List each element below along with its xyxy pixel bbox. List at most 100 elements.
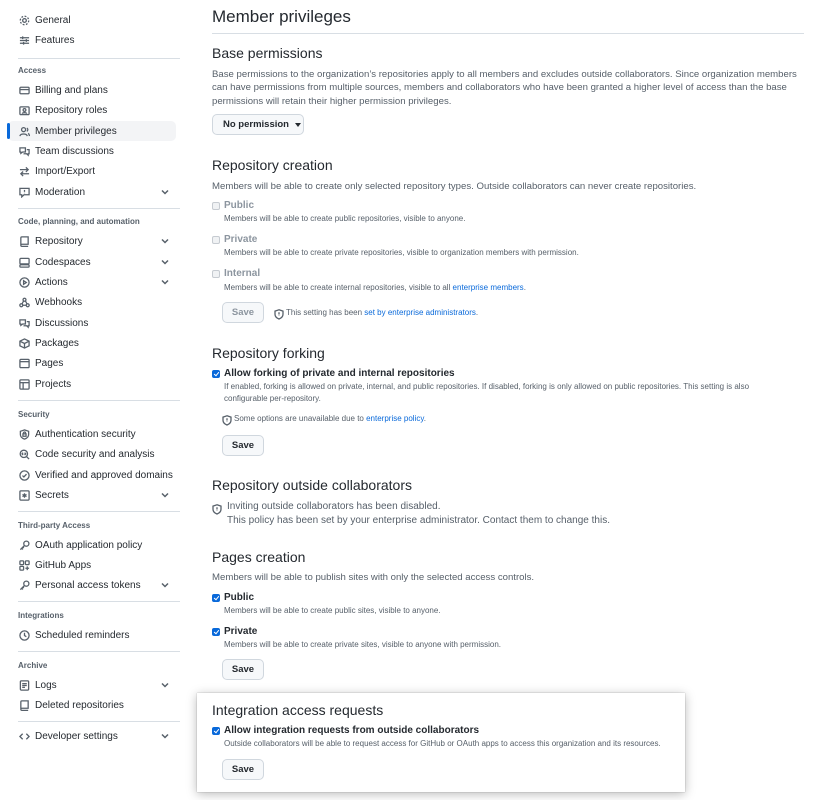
enterprise-policy-link[interactable]: enterprise policy <box>366 414 424 423</box>
outside-collaborators-line2: This policy has been set by your enterpr… <box>227 514 610 526</box>
code-icon <box>18 730 30 742</box>
sidebar-item-pages[interactable]: Pages <box>8 353 176 373</box>
sidebar-item-codespaces[interactable]: Codespaces <box>8 252 176 272</box>
package-icon <box>18 337 30 349</box>
sidebar-item-moderation[interactable]: Moderation <box>8 182 176 202</box>
sidebar-divider <box>18 601 180 602</box>
sidebar-item-label: Team discussions <box>35 145 114 157</box>
sidebar-item-projects[interactable]: Projects <box>8 374 176 394</box>
repo-private-note: Members will be able to create private r… <box>224 248 579 257</box>
sidebar-item-deleted-repositories[interactable]: Deleted repositories <box>8 695 176 715</box>
sidebar-item-features[interactable]: Features <box>8 30 176 50</box>
sidebar-item-authentication-security[interactable]: Authentication security <box>8 424 176 444</box>
allow-integration-requests-checkbox[interactable] <box>212 727 220 735</box>
pages-private-label: Private <box>224 626 258 637</box>
chevron-down-icon <box>160 187 170 197</box>
arrow-switch-icon <box>18 165 30 177</box>
allow-integration-requests-label: Allow integration requests from outside … <box>224 725 480 736</box>
sidebar-item-general[interactable]: General <box>8 10 176 30</box>
webhook-icon <box>18 296 30 308</box>
base-permission-select[interactable]: No permission <box>212 114 304 135</box>
repo-creation-policy-note: This setting has been set by enterprise … <box>286 308 478 317</box>
sidebar-item-webhooks[interactable]: Webhooks <box>8 292 176 312</box>
pages-private-checkbox[interactable] <box>212 628 220 636</box>
enterprise-members-link[interactable]: enterprise members <box>453 283 524 292</box>
repo-creation-save-button[interactable]: Save <box>222 302 264 323</box>
chevron-down-icon <box>160 680 170 690</box>
sidebar-item-personal-access-tokens[interactable]: Personal access tokens <box>8 575 176 595</box>
sidebar-item-label: Scheduled reminders <box>35 629 130 641</box>
sidebar-item-label: Pages <box>35 357 64 369</box>
sidebar-item-github-apps[interactable]: GitHub Apps <box>8 555 176 575</box>
sidebar-heading-integrations: Integrations <box>18 611 64 620</box>
repository-creation-description: Members will be able to create only sele… <box>212 181 697 192</box>
pages-public-note: Members will be able to create public si… <box>224 606 441 615</box>
sidebar-item-billing[interactable]: Billing and plans <box>8 80 176 100</box>
apps-icon <box>18 559 30 571</box>
repo-private-checkbox[interactable] <box>212 236 220 244</box>
pages-save-button[interactable]: Save <box>222 659 264 680</box>
sidebar-item-label: OAuth application policy <box>35 539 143 551</box>
chevron-down-icon <box>160 277 170 287</box>
triangle-down-icon <box>295 122 301 127</box>
sidebar-item-code-security[interactable]: Code security and analysis <box>8 444 176 464</box>
sidebar-item-verified-domains[interactable]: Verified and approved domains <box>8 465 176 485</box>
sidebar-item-team-discussions[interactable]: Team discussions <box>8 141 176 161</box>
sidebar-item-label: Authentication security <box>35 428 136 440</box>
sidebar-item-oauth-policy[interactable]: OAuth application policy <box>8 535 176 555</box>
allow-forking-label: Allow forking of private and internal re… <box>224 368 455 379</box>
sidebar-item-logs[interactable]: Logs <box>8 675 176 695</box>
pages-private-note: Members will be able to create private s… <box>224 640 502 649</box>
sidebar-divider <box>18 208 180 209</box>
comment-discussion-icon <box>18 145 30 157</box>
verified-icon <box>18 469 30 481</box>
sidebar-item-developer-settings[interactable]: Developer settings <box>8 726 176 746</box>
sidebar-item-label: Deleted repositories <box>35 699 124 711</box>
sidebar-item-label: Code security and analysis <box>35 448 155 460</box>
outside-collaborators-line1: Inviting outside collaborators has been … <box>227 501 441 512</box>
sidebar-item-label: General <box>35 14 71 26</box>
allow-forking-checkbox[interactable] <box>212 370 220 378</box>
sidebar-item-import-export[interactable]: Import/Export <box>8 161 176 181</box>
sidebar-item-repository[interactable]: Repository <box>8 231 176 251</box>
sidebar-item-label: Packages <box>35 337 79 349</box>
sidebar-item-secrets[interactable]: Secrets <box>8 485 176 505</box>
repo-public-checkbox[interactable] <box>212 202 220 210</box>
chevron-down-icon <box>160 236 170 246</box>
pages-public-checkbox[interactable] <box>212 594 220 602</box>
sidebar-item-member-privileges[interactable]: Member privileges <box>7 121 176 141</box>
person-icon <box>18 125 30 137</box>
pages-creation-description: Members will be able to publish sites wi… <box>212 572 535 583</box>
sidebar-divider <box>18 651 180 652</box>
repository-creation-heading: Repository creation <box>212 157 333 173</box>
sidebar-item-discussions[interactable]: Discussions <box>8 313 176 333</box>
sidebar-item-label: Webhooks <box>35 296 83 308</box>
allow-forking-note: If enabled, forking is allowed on privat… <box>224 382 750 403</box>
enterprise-administrators-link[interactable]: set by enterprise administrators <box>364 308 476 317</box>
sidebar-heading-access: Access <box>18 66 47 75</box>
key-icon <box>18 579 30 591</box>
outside-collaborators-heading: Repository outside collaborators <box>212 477 412 493</box>
sidebar-heading-third-party: Third-party Access <box>18 521 91 530</box>
outside-collaborators-message: Inviting outside collaborators has been … <box>227 500 610 527</box>
gear-icon <box>18 14 30 26</box>
integration-save-button[interactable]: Save <box>222 759 264 780</box>
sidebar-item-actions[interactable]: Actions <box>8 272 176 292</box>
policy-note-text: This setting has been <box>286 308 365 317</box>
forking-save-button[interactable]: Save <box>222 435 264 456</box>
sidebar-item-scheduled-reminders[interactable]: Scheduled reminders <box>8 625 176 645</box>
play-icon <box>18 276 30 288</box>
sidebar-divider <box>18 511 180 512</box>
shield-lock-icon <box>18 428 30 440</box>
policy-note-suffix: . <box>423 414 426 423</box>
allow-integration-requests-note: Outside collaborators will be able to re… <box>224 739 661 748</box>
sidebar-item-packages[interactable]: Packages <box>8 333 176 353</box>
pages-public-label: Public <box>224 592 255 603</box>
sidebar-item-label: GitHub Apps <box>35 559 92 571</box>
chevron-down-icon <box>160 580 170 590</box>
sidebar-item-label: Moderation <box>35 186 86 198</box>
base-permissions-description: Base permissions to the organization’s r… <box>212 69 797 107</box>
sidebar-heading-security: Security <box>18 410 50 419</box>
sidebar-item-repository-roles[interactable]: Repository roles <box>8 100 176 120</box>
repo-internal-checkbox[interactable] <box>212 270 220 278</box>
